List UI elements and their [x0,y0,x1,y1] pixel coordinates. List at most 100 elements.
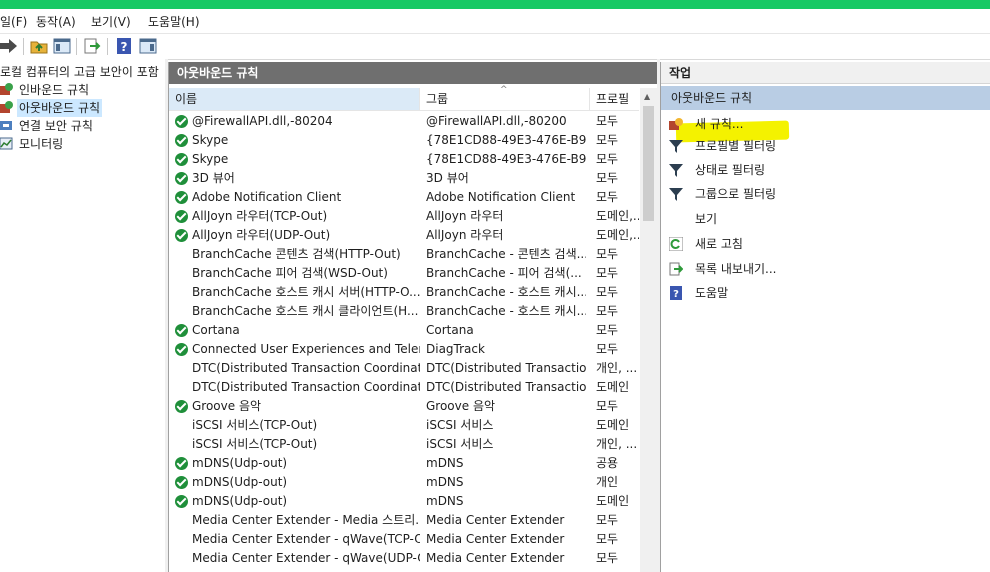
rules-pane: 아웃바운드 규칙 이름 그룹 프로필 ^ @FirewallAPI.dll,-8… [168,62,657,572]
cell-profile: 모두 [596,171,619,185]
table-row[interactable]: iSCSI 서비스(TCP-Out) iSCSI 서비스 도메인 [169,416,639,435]
cell-group: BranchCache - 호스트 캐시... [426,304,586,318]
toolbar-separator [23,38,24,55]
cell-name: iSCSI 서비스(TCP-Out) [192,418,318,432]
cell-group: DTC(Distributed Transactio... [426,380,586,394]
tree-item-label: 아웃바운드 규칙 [17,99,103,117]
actions-title: 작업 [661,62,990,84]
table-row[interactable]: Groove 음악 Groove 음악 모두 [169,397,639,416]
table-row[interactable]: mDNS(Udp-out) mDNS 개인 [169,473,639,492]
export-list-icon[interactable] [83,37,101,55]
table-row[interactable]: Adobe Notification Client Adobe Notificat… [169,188,639,207]
enabled-check-icon [175,191,188,204]
cell-profile: 개인, ... [596,361,638,375]
cell-name: mDNS(Udp-out) [192,494,288,508]
enabled-check-icon [175,343,188,356]
svg-text:?: ? [121,40,128,54]
scroll-up-icon[interactable]: ▲ [644,92,650,101]
actions-section-header[interactable]: 아웃바운드 규칙 [661,86,990,110]
action-item[interactable]: 프로필별 필터링 [661,135,990,157]
monitoring-icon [0,137,13,150]
cell-profile: 개인 [596,475,619,489]
action-label: 새로 고침 [695,237,743,251]
cell-name: Media Center Extender - qWave(TCP-Out) [192,532,420,546]
action-item[interactable]: 새 규칙... [661,113,990,135]
table-row[interactable]: Skype {78E1CD88-49E3-476E-B9... 모두 [169,150,639,169]
table-row[interactable]: BranchCache 호스트 캐시 서버(HTTP-O... BranchCac… [169,283,639,302]
cell-group: mDNS [426,475,464,489]
cell-name: Media Center Extender - qWave(UDP-O... [192,551,420,565]
table-row[interactable]: BranchCache 피어 검색(WSD-Out) BranchCache - … [169,264,639,283]
cell-profile: 모두 [596,399,619,413]
action-item[interactable]: ? 도움말 [661,282,990,304]
cell-profile: 모두 [596,114,619,128]
cell-group: Groove 음악 [426,399,496,413]
show-hide-action-pane-icon[interactable] [139,37,157,55]
table-row[interactable]: Media Center Extender - qWave(TCP-Out) Me… [169,530,639,549]
cell-profile: 모두 [596,342,619,356]
refresh-icon [669,237,683,251]
scrollbar-thumb[interactable] [643,106,654,221]
cell-group: BranchCache - 피어 검색(... [426,266,582,280]
table-row[interactable]: Skype {78E1CD88-49E3-476E-B9... 모두 [169,131,639,150]
cell-group: 3D 뷰어 [426,171,469,185]
table-row[interactable]: AllJoyn 라우터(UDP-Out) AllJoyn 라우터 도메인,... [169,226,639,245]
svg-text:?: ? [673,289,679,300]
action-item[interactable]: 상태로 필터링 [661,159,990,181]
table-row[interactable]: Cortana Cortana 모두 [169,321,639,340]
cell-group: iSCSI 서비스 [426,437,494,451]
menu-action[interactable]: 동작(A) [36,13,76,30]
column-header-name[interactable]: 이름 [169,88,420,110]
action-item[interactable]: 목록 내보내기... [661,258,990,280]
cell-name: DTC(Distributed Transaction Coordinato..… [192,380,420,394]
help-icon[interactable]: ? [115,37,133,55]
console-tree: 로컬 컴퓨터의 고급 보안이 포함 인바운드 규칙 아웃바운드 규칙 연결 보안… [0,59,165,572]
table-row[interactable]: DTC(Distributed Transaction Coordinato..… [169,359,639,378]
forward-arrow-icon[interactable] [0,37,18,55]
table-row[interactable]: @FirewallAPI.dll,-80204 @FirewallAPI.dll,… [169,112,639,131]
action-item[interactable]: 보기 [661,208,990,230]
help-icon: ? [670,286,682,300]
cell-profile: 모두 [596,190,619,204]
table-row[interactable]: iSCSI 서비스(TCP-Out) iSCSI 서비스 개인, ... [169,435,639,454]
table-row[interactable]: DTC(Distributed Transaction Coordinato..… [169,378,639,397]
table-row[interactable]: Connected User Experiences and Teleme...… [169,340,639,359]
enabled-check-icon [175,115,188,128]
table-row[interactable]: 3D 뷰어 3D 뷰어 모두 [169,169,639,188]
cell-group: DTC(Distributed Transactio... [426,361,586,375]
cell-profile: 도메인,... [596,209,639,223]
cell-name: Groove 음악 [192,399,262,413]
menu-help[interactable]: 도움말(H) [148,13,200,30]
table-row[interactable]: BranchCache 호스트 캐시 클라이언트(H... BranchCache… [169,302,639,321]
column-headers: 이름 그룹 프로필 ^ [169,85,639,111]
table-row[interactable]: Media Center Extender - Media 스트리... Medi… [169,511,639,530]
vertical-scrollbar[interactable]: ▲ [640,88,657,572]
cell-group: BranchCache - 콘텐츠 검색... [426,247,586,261]
cell-group: AllJoyn 라우터 [426,228,504,242]
enabled-check-icon [175,457,188,470]
folder-up-icon[interactable] [30,37,48,55]
cell-name: BranchCache 피어 검색(WSD-Out) [192,266,388,280]
enabled-check-icon [175,495,188,508]
menu-view[interactable]: 보기(V) [91,13,131,30]
column-header-profile[interactable]: 프로필 [590,88,639,110]
action-item[interactable]: 새로 고침 [661,233,990,255]
inbound-rules-icon [0,83,13,95]
table-row[interactable]: mDNS(Udp-out) mDNS 도메인 [169,492,639,511]
action-label: 프로필별 필터링 [695,139,777,153]
cell-group: Media Center Extender [426,532,565,546]
cell-profile: 모두 [596,304,619,318]
table-row[interactable]: BranchCache 콘텐츠 검색(HTTP-Out) BranchCache … [169,245,639,264]
outbound-rules-icon [0,101,13,113]
menu-file[interactable]: 일(F) [0,13,27,30]
cell-group: Media Center Extender [426,513,565,527]
cell-name: Media Center Extender - Media 스트리... [192,513,420,527]
cell-name: Cortana [192,323,240,337]
action-item[interactable]: 그룹으로 필터링 [661,183,990,205]
table-row[interactable]: mDNS(Udp-out) mDNS 공용 [169,454,639,473]
cell-name: mDNS(Udp-out) [192,475,288,489]
table-row[interactable]: AllJoyn 라우터(TCP-Out) AllJoyn 라우터 도메인,... [169,207,639,226]
show-hide-console-tree-icon[interactable] [53,37,71,55]
cell-name: Connected User Experiences and Teleme... [192,342,420,356]
table-row[interactable]: Media Center Extender - qWave(UDP-O... Me… [169,549,639,568]
